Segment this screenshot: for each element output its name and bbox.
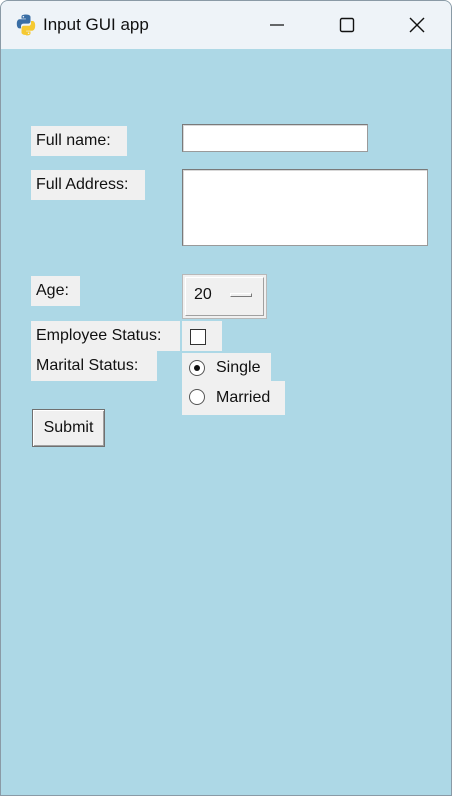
form-area: Full name: Full Address: Age: 20 Employe… — [1, 49, 451, 795]
full-name-input[interactable] — [182, 124, 368, 152]
dropdown-indicator-icon — [230, 293, 252, 297]
title-bar[interactable]: Input GUI app — [1, 1, 451, 49]
app-window: Input GUI app Full name: Full Address: A… — [0, 0, 452, 796]
marital-status-label: Marital Status: — [31, 351, 157, 381]
close-button[interactable] — [382, 1, 451, 49]
employee-status-label: Employee Status: — [31, 321, 180, 351]
full-address-label: Full Address: — [31, 170, 145, 200]
full-address-textarea[interactable] — [182, 169, 428, 246]
radio-label-married: Married — [216, 389, 271, 406]
age-dropdown[interactable]: 20 — [182, 274, 267, 319]
maximize-icon — [339, 17, 355, 33]
full-name-label: Full name: — [31, 126, 127, 156]
age-dropdown-value: 20 — [194, 286, 212, 303]
radio-button-married[interactable] — [189, 389, 205, 405]
employee-status-checkbox[interactable] — [190, 329, 206, 345]
employee-status-checkbox-wrap[interactable] — [182, 321, 222, 351]
minimize-icon — [270, 24, 284, 26]
submit-button[interactable]: Submit — [32, 409, 105, 447]
minimize-button[interactable] — [242, 1, 312, 49]
radio-button-single[interactable] — [189, 360, 205, 376]
radio-selected-dot — [194, 365, 200, 371]
maximize-button[interactable] — [312, 1, 382, 49]
radio-label-single: Single — [216, 359, 261, 376]
age-label: Age: — [31, 276, 80, 306]
marital-status-single-option[interactable]: Single — [182, 353, 271, 383]
close-icon — [409, 17, 425, 33]
marital-status-married-option[interactable]: Married — [182, 381, 285, 415]
window-title: Input GUI app — [43, 15, 149, 34]
python-icon — [16, 14, 36, 36]
